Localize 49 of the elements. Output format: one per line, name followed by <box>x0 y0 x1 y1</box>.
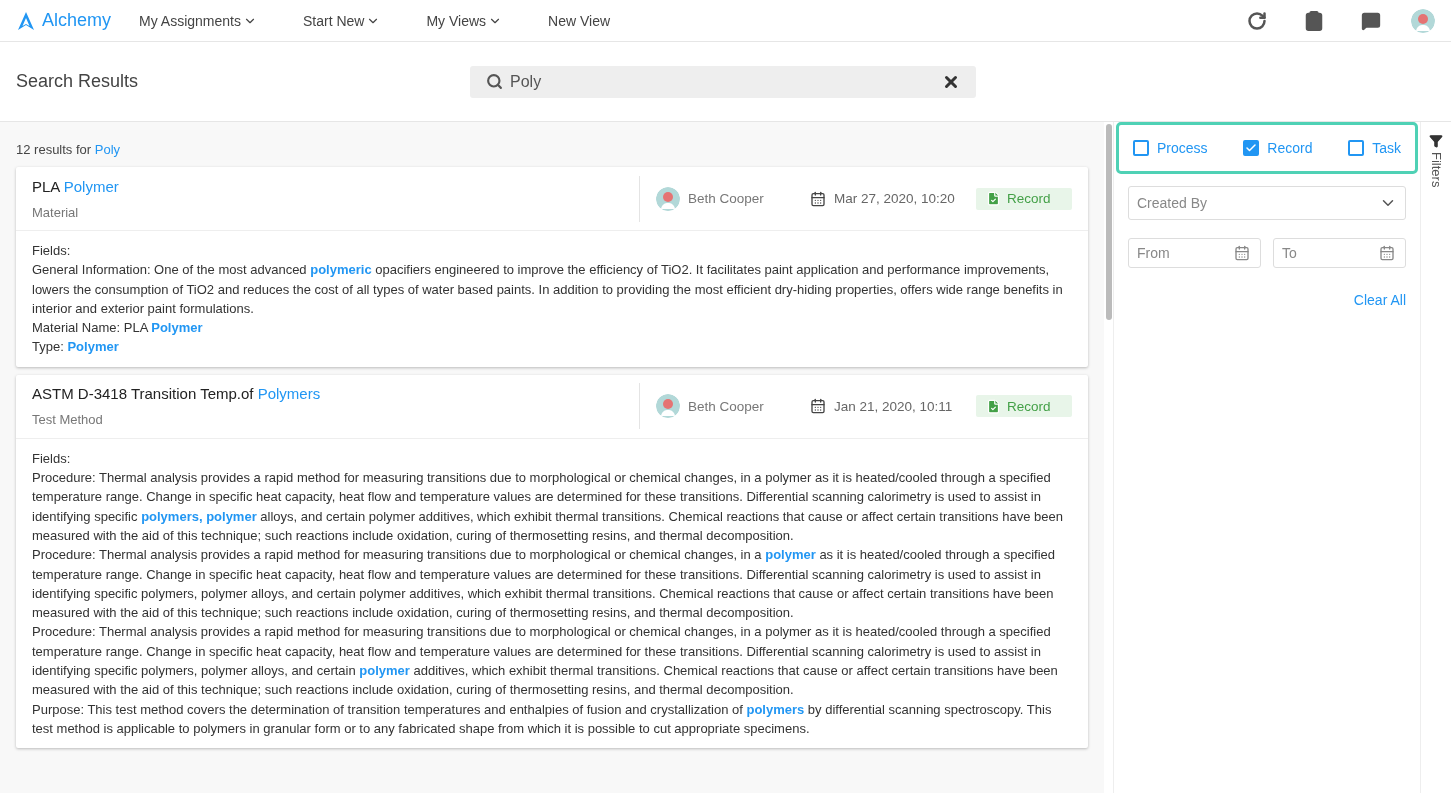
nav-menu-item[interactable]: New View <box>548 12 611 29</box>
calendar-icon <box>810 398 826 415</box>
page-title: Search Results <box>16 71 140 92</box>
avatar-icon <box>656 394 680 419</box>
from-date-field[interactable]: From <box>1128 238 1261 268</box>
to-date-field[interactable]: To <box>1273 238 1406 268</box>
field-text: Type: Polymer <box>32 338 120 357</box>
record-badge: Record <box>976 187 1072 210</box>
nav-menu-item[interactable]: My Views <box>426 12 503 29</box>
author-name: Beth Cooper <box>688 191 764 206</box>
refresh-icon[interactable] <box>1247 10 1267 31</box>
field-text: Procedure: Thermal analysis provides a rapid method for measuring transitions due to morphological or chemical changes, in a polymer as it is heated/cooled through a specified temperature range. Change in specific heat capacity, heat flow and temperature values are determined for these transitions. Differential scanning calorimetry is used to assist in identifying specific polymers, polymer alloys, and certain polymer additives, which exhibit thermal transitions. Chemical reactions that cause or affect certain transitions have been measured with the aid of this technique; such reactions include oxidation, curing of thermosetting resins, and thermal decomposition. <box>32 623 1059 700</box>
result-date: Jan 21, 2020, 10:11 <box>834 398 953 414</box>
result-title[interactable]: ASTM D-3418 Transition Temp.of Polymers <box>32 385 639 403</box>
search-field[interactable]: Poly <box>470 65 976 98</box>
record-badge: Record <box>976 395 1072 418</box>
filter-icon <box>1429 134 1443 148</box>
fields-label: Fields: <box>32 449 72 468</box>
checkbox[interactable] <box>1348 140 1365 156</box>
fields-label: Fields: <box>32 242 72 260</box>
filters-tab[interactable]: Filters <box>1420 122 1451 793</box>
result-type: Material <box>32 204 80 220</box>
checkbox[interactable] <box>1133 140 1149 156</box>
scrollbar-thumb[interactable] <box>1105 124 1112 320</box>
created-by-dropdown[interactable]: Created By <box>1128 186 1406 220</box>
calendar-icon <box>1379 245 1395 261</box>
check-icon <box>1245 142 1258 154</box>
nav-menu-item[interactable]: My Assignments <box>139 12 257 29</box>
field-text: Procedure: Thermal analysis provides a rapid method for measuring transitions due to morphological or chemical changes, in a polymer as it is heated/cooled through a specified temperature range. Change in specific heat capacity, heat flow and temperature values are determined for these transitions. Differential scanning calorimetry is used to assist in identifying specific polymers, polymer alloys, and certain polymer additives, which exhibit thermal transitions. Chemical reactions that cause or affect certain transitions have been measured with the aid of this technique; such reactions include oxidation, curing of thermosetting resins, and thermal decomposition. <box>32 469 1064 545</box>
field-text: Material Name: PLA Polymer <box>32 319 204 338</box>
avatar-icon <box>656 186 680 211</box>
logo-icon <box>16 10 36 31</box>
result-type: Test Method <box>32 412 104 428</box>
calendar-icon <box>810 190 826 207</box>
nav-menu-item[interactable]: Start New <box>302 12 381 29</box>
filters-label: Filters <box>1428 152 1444 188</box>
chat-icon[interactable] <box>1361 10 1381 31</box>
field-text: Purpose: This test method covers the determination of transition temperatures and enthalpies of fusion and crystallization of polymers by differential scanning spectroscopy. This test method is applicable to polymers in granular form or to any fabricated shape from which it is possible to cut appropriate specimens. <box>32 700 1053 738</box>
result-title[interactable]: PLA Polymer <box>32 177 639 195</box>
clipboard-icon[interactable] <box>1303 9 1325 32</box>
result-date: Mar 27, 2020, 10:20 <box>834 191 955 206</box>
field-text: General Information: One of the most advanced polymeric opacifiers engineered to improve the efficiency of TiO2. It facilitates paint application and performance improvements, lowers the consumption of TiO2 and reduces the cost of all types of water based paints. In addition to providing the most efficient dry-hiding properties, offers wide range benefits in interior and exterior paint formulations. <box>32 261 1064 318</box>
calendar-icon <box>1234 245 1250 261</box>
field-text: Procedure: Thermal analysis provides a rapid method for measuring transitions due to morphological or chemical changes, in a polymer as it is heated/cooled through a specified temperature range. Change in specific heat capacity, heat flow and temperature values are determined for these transitions. Differential scanning calorimetry is used to assist in identifying specific polymers, polymer alloys, and certain polymer additives, which exhibit thermal transitions. Chemical reactions that cause or affect certain transitions have been measured with the aid of this technique; such reactions include oxidation, curing of thermosetting resins, and thermal decomposition. <box>32 546 1056 623</box>
search-icon <box>486 72 503 90</box>
author-name: Beth Cooper <box>688 398 764 414</box>
results-summary: 12 results for Poly <box>16 142 122 157</box>
avatar-icon <box>1411 8 1435 33</box>
checkbox[interactable] <box>1243 140 1260 156</box>
